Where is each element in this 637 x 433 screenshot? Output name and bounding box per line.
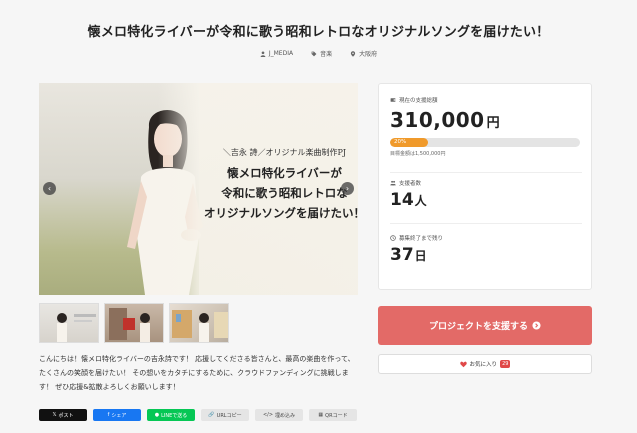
supporters-section: 支援者数 14人 bbox=[390, 179, 427, 210]
total-amount-unit: 円 bbox=[486, 116, 501, 131]
meta-owner-text: J_MEDIA bbox=[268, 50, 294, 57]
carousel-next-button[interactable]: › bbox=[341, 182, 354, 195]
progress-fill: 20% bbox=[390, 138, 428, 147]
progress-bar: 20% bbox=[390, 138, 580, 147]
favorite-count-badge: 29 bbox=[500, 360, 511, 368]
remaining-label-text: 募集終了まで残り bbox=[399, 236, 444, 242]
meta-owner[interactable]: J_MEDIA bbox=[260, 49, 293, 58]
tag-icon bbox=[311, 51, 317, 56]
meta-location-text: 大阪府 bbox=[359, 51, 378, 58]
thumbnail-strip bbox=[39, 303, 229, 343]
heart-icon bbox=[459, 361, 467, 367]
x-post-button[interactable]: 𝕏 ポスト bbox=[39, 409, 87, 421]
supporters-unit: 人 bbox=[414, 194, 427, 208]
meta-location[interactable]: 大阪府 bbox=[350, 49, 377, 58]
supporters-count: 14人 bbox=[390, 190, 427, 210]
carousel-prev-button[interactable]: ‹ bbox=[43, 182, 56, 195]
support-project-button[interactable]: プロジェクトを支援する bbox=[378, 306, 592, 345]
arrow-circle-icon bbox=[532, 321, 541, 330]
thumbnail-1-image bbox=[57, 313, 96, 342]
total-label-text: 現在の支援総額 bbox=[399, 98, 438, 104]
remaining-section: 募集終了まで残り 37日 bbox=[390, 234, 443, 265]
total-amount-value: 310,000 bbox=[390, 108, 485, 132]
total-label: 現在の支援総額 bbox=[390, 96, 580, 104]
total-amount: 310,000 円 bbox=[390, 108, 580, 132]
embed-label: 埋め込み bbox=[275, 412, 296, 419]
remaining-days: 37日 bbox=[390, 245, 443, 265]
facebook-icon: f bbox=[107, 412, 110, 418]
hero-caption-line-1: 懐メロ特化ライバーが bbox=[227, 166, 342, 180]
qr-icon: ▦ bbox=[318, 412, 324, 418]
remaining-label: 募集終了まで残り bbox=[390, 234, 443, 242]
remaining-value: 37 bbox=[390, 245, 414, 265]
funding-stats-card: 現在の支援総額 310,000 円 20% 目標金額は1,500,000円 支援者… bbox=[378, 83, 592, 290]
facebook-share-button[interactable]: f シェア bbox=[93, 409, 141, 421]
hero-caption-line-2: 令和に歌う昭和レトロな bbox=[221, 186, 348, 200]
favorite-label: お気に入り bbox=[469, 362, 498, 368]
thumbnail-2-image bbox=[109, 308, 150, 342]
favorite-button[interactable]: お気に入り 29 bbox=[378, 354, 592, 374]
code-icon: </> bbox=[262, 412, 274, 418]
thumbnail-3[interactable] bbox=[169, 303, 229, 343]
thumbnail-3-image bbox=[172, 310, 228, 342]
supporters-value: 14 bbox=[390, 190, 414, 210]
meta-category[interactable]: 音楽 bbox=[311, 49, 332, 58]
user-icon bbox=[260, 50, 266, 57]
x-icon: 𝕏 bbox=[52, 412, 57, 418]
x-post-label: ポスト bbox=[58, 412, 74, 419]
location-icon bbox=[351, 50, 356, 57]
stats-divider-1 bbox=[390, 172, 582, 173]
page-title: 懐メロ特化ライバーが令和に歌う昭和レトロなオリジナルソングを届けたい！ bbox=[87, 25, 550, 40]
meta-category-text: 音楽 bbox=[320, 51, 333, 58]
thumbnail-1[interactable] bbox=[39, 303, 99, 343]
qr-code-button[interactable]: ▦ QRコード bbox=[309, 409, 357, 421]
wallet-icon bbox=[390, 98, 396, 102]
remaining-unit: 日 bbox=[414, 249, 427, 263]
clock-icon bbox=[390, 235, 396, 241]
hero-image: ＼吉永 詩／オリジナル楽曲制作PJ 懐メロ特化ライバーが 令和に歌う昭和レトロな… bbox=[39, 83, 358, 295]
thumbnail-2[interactable] bbox=[104, 303, 164, 343]
supporters-label: 支援者数 bbox=[390, 179, 427, 187]
line-icon: ● bbox=[154, 412, 160, 418]
url-copy-label: URLコピー bbox=[216, 412, 242, 419]
facebook-share-label: シェア bbox=[111, 412, 127, 419]
hero-caption-sub: ＼吉永 詩／オリジナル楽曲制作PJ bbox=[222, 148, 347, 157]
line-send-button[interactable]: ● LINEで送る bbox=[147, 409, 195, 421]
goal-text: 目標金額は1,500,000円 bbox=[390, 151, 446, 157]
hero-caption: ＼吉永 詩／オリジナル楽曲制作PJ 懐メロ特化ライバーが 令和に歌う昭和レトロな… bbox=[197, 147, 358, 223]
support-project-label: プロジェクトを支援する bbox=[428, 322, 528, 332]
total-section: 現在の支援総額 310,000 円 20% 目標金額は1,500,000円 bbox=[390, 96, 580, 157]
hero-caption-line-3: オリジナルソングを届けたい！ bbox=[204, 206, 358, 220]
stats-divider-2 bbox=[390, 223, 582, 224]
qr-code-label: QRコード bbox=[325, 412, 348, 419]
supporters-label-text: 支援者数 bbox=[399, 181, 422, 187]
people-icon bbox=[390, 180, 396, 186]
line-send-label: LINEで送る bbox=[161, 412, 188, 419]
project-meta: J_MEDIA 音楽 大阪府 bbox=[0, 49, 637, 58]
link-icon: 🔗 bbox=[208, 412, 215, 418]
url-copy-button[interactable]: 🔗 URLコピー bbox=[201, 409, 249, 421]
project-description: こんにちは！懐メロ特化ライバーの吉永詩です！ 応援してくださる皆さんと、最高の楽… bbox=[39, 355, 355, 391]
share-buttons: 𝕏 ポスト f シェア ● LINEで送る 🔗 URLコピー </> 埋め込み … bbox=[39, 409, 357, 421]
embed-button[interactable]: </> 埋め込み bbox=[255, 409, 303, 421]
